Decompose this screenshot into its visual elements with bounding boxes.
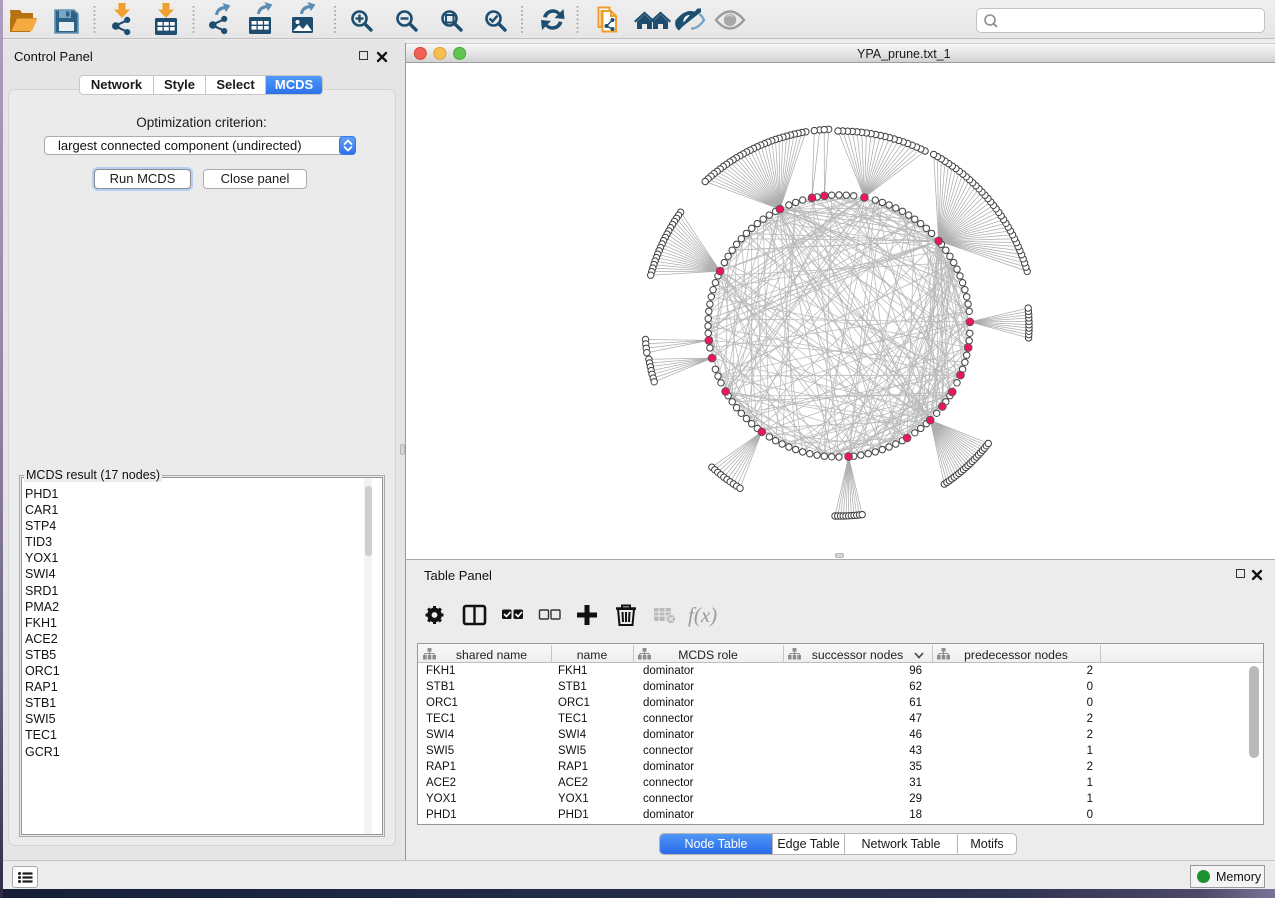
svg-text:f(x): f(x) [688, 603, 717, 627]
